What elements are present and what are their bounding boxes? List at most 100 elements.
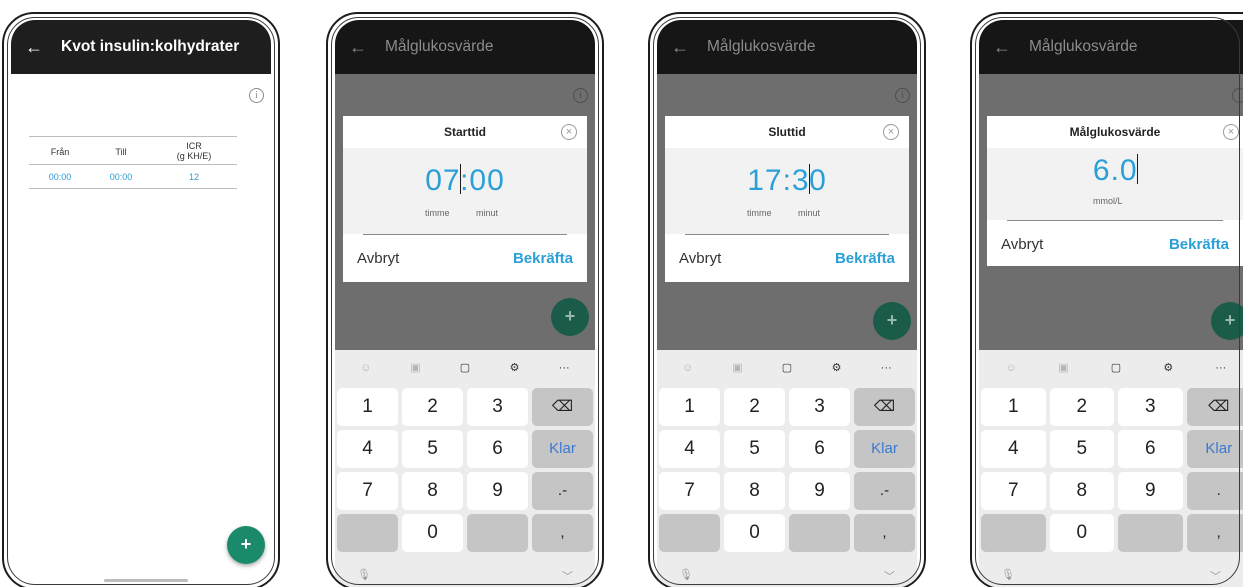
divider bbox=[685, 234, 889, 235]
key-8[interactable]: 8 bbox=[1049, 472, 1114, 510]
key-blank-right bbox=[789, 514, 850, 552]
back-arrow-icon[interactable]: ← bbox=[25, 37, 43, 58]
key-4[interactable]: 4 bbox=[337, 430, 398, 468]
hour-value: 07 bbox=[425, 164, 461, 197]
settings-icon[interactable]: ⚙ bbox=[829, 360, 845, 376]
key-5[interactable]: 5 bbox=[724, 430, 785, 468]
mic-icon[interactable]: 🎙 bbox=[679, 568, 693, 582]
close-icon[interactable]: × bbox=[561, 124, 577, 140]
keyboard-toolbar: ☺ ▣ ▢ ⚙ ··· bbox=[657, 350, 917, 386]
chevron-down-icon[interactable]: ﹀ bbox=[884, 568, 895, 583]
time-value[interactable]: 07:00 bbox=[343, 164, 587, 198]
more-icon[interactable]: ··· bbox=[1213, 360, 1229, 376]
done-key[interactable]: Klar bbox=[854, 430, 915, 468]
confirm-button[interactable]: Bekräfta bbox=[1169, 236, 1229, 253]
key-0[interactable]: 0 bbox=[1049, 514, 1114, 552]
cancel-button[interactable]: Avbryt bbox=[1001, 236, 1043, 253]
key-2[interactable]: 2 bbox=[402, 388, 463, 426]
key-dot[interactable]: . bbox=[1186, 472, 1243, 510]
key-1[interactable]: 1 bbox=[337, 388, 398, 426]
close-icon[interactable]: × bbox=[1223, 124, 1239, 140]
hour-unit: timme bbox=[425, 208, 450, 218]
divider bbox=[1007, 220, 1223, 221]
key-1[interactable]: 1 bbox=[981, 388, 1046, 426]
info-icon[interactable]: i bbox=[249, 88, 264, 103]
time-value[interactable]: 17:30 bbox=[665, 164, 909, 198]
close-icon[interactable]: × bbox=[883, 124, 899, 140]
key-4[interactable]: 4 bbox=[659, 430, 720, 468]
key-6[interactable]: 6 bbox=[789, 430, 850, 468]
key-6[interactable]: 6 bbox=[467, 430, 528, 468]
emoji-icon[interactable]: ☺ bbox=[358, 360, 374, 376]
clipboard-icon[interactable]: ▢ bbox=[779, 360, 795, 376]
key-9[interactable]: 9 bbox=[467, 472, 528, 510]
backspace-icon[interactable]: ⌫ bbox=[854, 388, 915, 426]
cancel-button[interactable]: Avbryt bbox=[679, 250, 721, 267]
sticker-icon[interactable]: ▣ bbox=[1056, 360, 1072, 376]
key-blank-left bbox=[659, 514, 720, 552]
key-2[interactable]: 2 bbox=[1049, 388, 1114, 426]
settings-icon[interactable]: ⚙ bbox=[507, 360, 523, 376]
key-3[interactable]: 3 bbox=[789, 388, 850, 426]
key-0[interactable]: 0 bbox=[402, 514, 463, 552]
key-dot-minus[interactable]: .- bbox=[854, 472, 915, 510]
cancel-button[interactable]: Avbryt bbox=[357, 250, 399, 267]
key-7[interactable]: 7 bbox=[981, 472, 1046, 510]
clipboard-icon[interactable]: ▢ bbox=[457, 360, 473, 376]
row-to: 00:00 bbox=[109, 172, 133, 182]
more-icon[interactable]: ··· bbox=[556, 360, 572, 376]
key-comma[interactable]: , bbox=[532, 514, 593, 552]
page-title: Kvot insulin:kolhydrater bbox=[61, 38, 240, 55]
icr-table: Från Till ICR (g KH/E) 00:00 00:00 12 bbox=[29, 136, 237, 189]
time-input[interactable]: 07:00 timme minut bbox=[343, 148, 587, 234]
key-3[interactable]: 3 bbox=[467, 388, 528, 426]
chevron-down-icon[interactable]: ﹀ bbox=[562, 568, 573, 583]
header-to: Till bbox=[115, 147, 127, 157]
confirm-button[interactable]: Bekräfta bbox=[835, 250, 895, 267]
mic-icon[interactable]: 🎙 bbox=[1001, 568, 1015, 582]
glucose-value[interactable]: 6.0 bbox=[987, 154, 1243, 188]
key-5[interactable]: 5 bbox=[402, 430, 463, 468]
key-9[interactable]: 9 bbox=[1118, 472, 1183, 510]
mic-icon[interactable]: 🎙 bbox=[357, 568, 371, 582]
key-comma[interactable]: , bbox=[854, 514, 915, 552]
done-key[interactable]: Klar bbox=[1186, 430, 1243, 468]
done-key[interactable]: Klar bbox=[532, 430, 593, 468]
key-4[interactable]: 4 bbox=[981, 430, 1046, 468]
add-button[interactable]: + bbox=[227, 526, 265, 564]
key-5[interactable]: 5 bbox=[1049, 430, 1114, 468]
keyboard-bottom-bar: 🎙 ﹀ bbox=[335, 568, 595, 583]
key-8[interactable]: 8 bbox=[402, 472, 463, 510]
clipboard-icon[interactable]: ▢ bbox=[1108, 360, 1124, 376]
key-7[interactable]: 7 bbox=[337, 472, 398, 510]
key-grid: 1 2 3 ⌫ 4 5 6 Klar 7 8 9 .- 0 , bbox=[659, 388, 915, 552]
key-7[interactable]: 7 bbox=[659, 472, 720, 510]
confirm-button[interactable]: Bekräfta bbox=[513, 250, 573, 267]
sticker-icon[interactable]: ▣ bbox=[407, 360, 423, 376]
app-bar: ← Målglukosvärde bbox=[335, 20, 595, 74]
key-dot-minus[interactable]: .- bbox=[532, 472, 593, 510]
dialog-title-text: Sluttid bbox=[768, 125, 806, 139]
glucose-input[interactable]: 6.0 mmol/L bbox=[987, 148, 1243, 220]
key-0[interactable]: 0 bbox=[724, 514, 785, 552]
table-row[interactable]: 00:00 00:00 12 bbox=[29, 165, 237, 189]
key-comma[interactable]: , bbox=[1186, 514, 1243, 552]
key-2[interactable]: 2 bbox=[724, 388, 785, 426]
more-icon[interactable]: ··· bbox=[878, 360, 894, 376]
emoji-icon[interactable]: ☺ bbox=[1003, 360, 1019, 376]
settings-icon[interactable]: ⚙ bbox=[1160, 360, 1176, 376]
sticker-icon[interactable]: ▣ bbox=[729, 360, 745, 376]
backspace-icon[interactable]: ⌫ bbox=[1186, 388, 1243, 426]
key-9[interactable]: 9 bbox=[789, 472, 850, 510]
key-8[interactable]: 8 bbox=[724, 472, 785, 510]
info-icon: i bbox=[895, 88, 910, 103]
time-input[interactable]: 17:30 timme minut bbox=[665, 148, 909, 234]
backspace-icon[interactable]: ⌫ bbox=[532, 388, 593, 426]
info-icon: i bbox=[1232, 88, 1243, 103]
key-3[interactable]: 3 bbox=[1118, 388, 1183, 426]
emoji-icon[interactable]: ☺ bbox=[680, 360, 696, 376]
key-6[interactable]: 6 bbox=[1118, 430, 1183, 468]
key-1[interactable]: 1 bbox=[659, 388, 720, 426]
numeric-keyboard: ☺ ▣ ▢ ⚙ ··· 1 2 3 ⌫ 4 5 6 Klar 7 8 9 .- … bbox=[335, 350, 595, 587]
chevron-down-icon[interactable]: ﹀ bbox=[1210, 568, 1221, 583]
